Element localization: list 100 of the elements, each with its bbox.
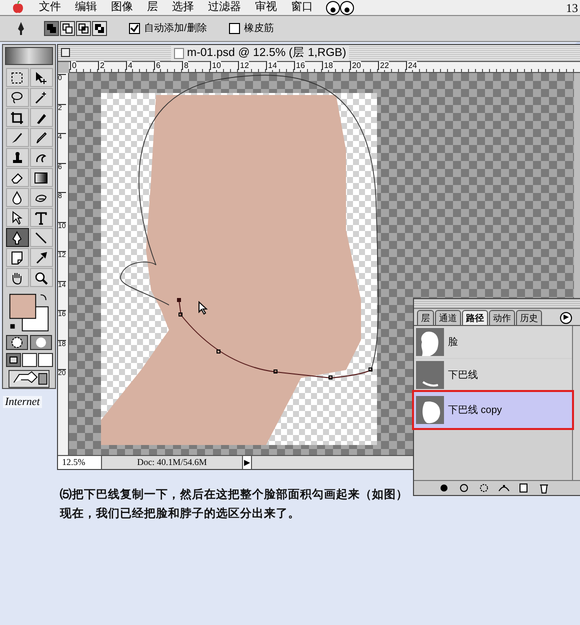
screen-mode-icon[interactable] — [22, 353, 36, 368]
ruler-label: 4 — [126, 61, 132, 70]
path-mode-button[interactable] — [76, 21, 91, 36]
hand-icon — [10, 270, 24, 285]
droplet-icon — [10, 190, 24, 205]
make-path-icon[interactable] — [496, 482, 512, 494]
tool-button[interactable] — [6, 228, 28, 248]
ruler-label: 22 — [378, 61, 389, 70]
tool-button[interactable] — [6, 88, 28, 108]
overlapping-squares-icon — [94, 23, 105, 34]
eyes-icon — [326, 0, 354, 14]
pointer-cursor-icon — [198, 301, 208, 315]
ruler-label: 12 — [238, 61, 249, 70]
screen-mode-icon[interactable] — [6, 353, 20, 368]
tool-button[interactable] — [6, 148, 28, 168]
pointer-icon — [10, 210, 24, 225]
jump-to-icon[interactable] — [6, 370, 52, 388]
zoom-level-field[interactable]: 12.5% — [58, 456, 102, 469]
tool-button[interactable] — [6, 128, 28, 148]
letter-t-icon — [34, 210, 48, 225]
magic-wand-icon — [34, 90, 48, 105]
tool-button[interactable] — [30, 208, 52, 228]
eyedropper-icon — [34, 250, 48, 265]
palette-tab[interactable]: 历史 — [516, 310, 542, 325]
path-row[interactable]: 下巴线 — [414, 359, 572, 391]
standard-mode-icon[interactable] — [6, 335, 28, 350]
eraser-icon — [10, 170, 24, 185]
palette-tab[interactable]: 层 — [417, 310, 434, 325]
pen-icon — [16, 20, 26, 36]
internet-label: Internet — [3, 396, 42, 408]
tool-button[interactable] — [30, 228, 52, 248]
stamp-icon — [10, 150, 24, 165]
ruler-label: 14 — [266, 61, 277, 70]
tool-button[interactable] — [6, 108, 28, 128]
ruler-label: 2 — [98, 61, 104, 70]
path-row[interactable]: 下巴线 copy — [414, 392, 572, 428]
tool-button[interactable] — [6, 268, 28, 288]
tool-button[interactable] — [30, 248, 52, 268]
close-box[interactable] — [61, 48, 70, 57]
path-name: 下巴线 copy — [448, 404, 502, 418]
menu-item[interactable]: 过滤器 — [201, 0, 248, 16]
path-mode-button[interactable] — [92, 21, 107, 36]
lasso-icon — [10, 90, 24, 105]
menu-item[interactable]: 层 — [140, 0, 165, 16]
ruler-label: 6 — [154, 61, 160, 70]
tool-button[interactable] — [6, 248, 28, 268]
tool-button[interactable] — [30, 168, 52, 188]
checkbox[interactable] — [129, 23, 140, 34]
tool-button[interactable] — [6, 208, 28, 228]
crop-icon — [10, 110, 24, 125]
ruler-label: 24 — [406, 61, 417, 70]
path-thumbnail — [416, 328, 444, 356]
tool-button[interactable] — [6, 68, 28, 88]
note-icon — [10, 250, 24, 265]
palette-tab[interactable]: 路径 — [462, 310, 488, 325]
status-menu-button[interactable]: ▶ — [242, 456, 252, 469]
checkbox-label: 橡皮筋 — [244, 22, 274, 36]
quick-mask-icon[interactable] — [30, 335, 52, 350]
caption-text: ⑸把下巴线复制一下，然后在这把整个脸部面积勾画起来（如图） — [60, 486, 408, 502]
path-thumbnail — [416, 396, 444, 424]
path-row[interactable]: 脸 — [414, 326, 572, 358]
dashed-rectangle-icon — [10, 70, 24, 85]
ruler-label: 8 — [182, 61, 188, 70]
menu-item[interactable]: 审视 — [248, 0, 284, 16]
tool-button[interactable] — [30, 268, 52, 288]
path-thumbnail — [416, 361, 444, 389]
tool-button[interactable] — [30, 148, 52, 168]
document-size-text: Doc: 40.1M/54.6M — [136, 456, 208, 469]
overlapping-squares-icon — [46, 23, 57, 34]
magnifier-icon — [34, 270, 48, 285]
menu-item[interactable]: 窗口 — [284, 0, 320, 16]
ruler-label: 20 — [350, 61, 361, 70]
overlapping-squares-icon — [78, 23, 89, 34]
toolbox-logo — [5, 47, 53, 66]
overlapping-squares-icon — [62, 23, 73, 34]
tool-button[interactable] — [30, 88, 52, 108]
palette-tab[interactable]: 通道 — [435, 310, 461, 325]
tool-button[interactable] — [30, 108, 52, 128]
tool-button[interactable] — [30, 128, 52, 148]
checkbox-label: 自动添加/删除 — [144, 22, 207, 36]
screen-mode-icon[interactable] — [38, 353, 52, 368]
tool-button[interactable] — [30, 188, 52, 208]
path-mode-button[interactable] — [60, 21, 75, 36]
gradient-icon — [34, 170, 48, 185]
menu-item[interactable]: 选择 — [165, 0, 201, 16]
menu-item[interactable]: 编辑 — [68, 0, 104, 16]
checkbox[interactable] — [228, 23, 240, 34]
pencil-icon — [34, 130, 48, 145]
palette-tab[interactable]: 动作 — [489, 310, 515, 325]
apple-icon[interactable] — [12, 1, 24, 14]
ruler-label: 18 — [322, 61, 333, 70]
tool-button[interactable] — [6, 168, 28, 188]
arrow-cross-icon — [34, 70, 48, 85]
menu-item[interactable]: 文件 — [32, 0, 68, 16]
brush-icon — [10, 130, 24, 145]
corner-text: 13 — [566, 0, 578, 16]
tool-button[interactable] — [6, 188, 28, 208]
tool-button[interactable] — [30, 68, 52, 88]
line-icon — [34, 230, 48, 245]
menu-item[interactable]: 图像 — [104, 0, 140, 16]
